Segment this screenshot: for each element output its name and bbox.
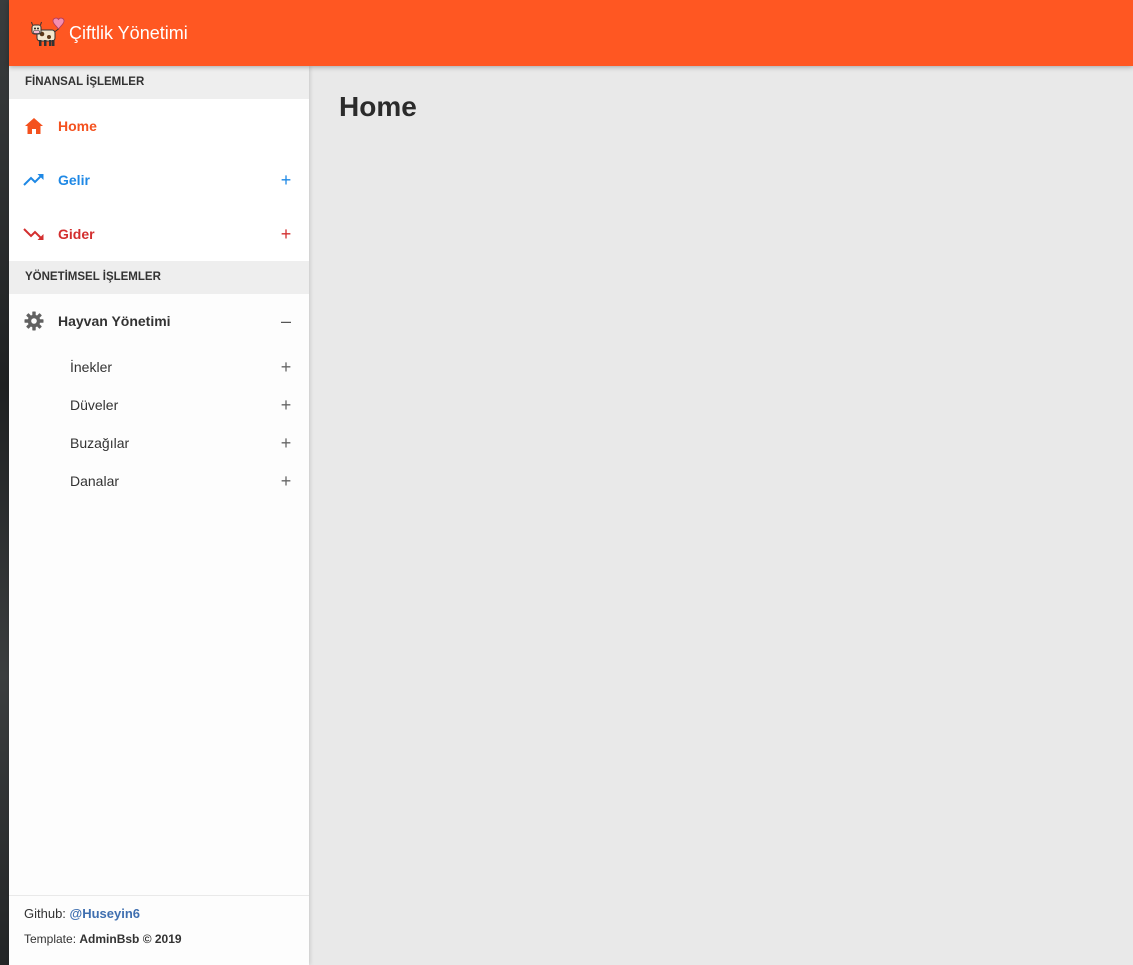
sidebar-item-label: Gelir	[58, 172, 90, 188]
app-title: Çiftlik Yönetimi	[69, 22, 188, 43]
github-prefix: Github:	[24, 906, 70, 921]
submenu-item-label: Danalar	[70, 473, 120, 489]
expand-toggle-plus[interactable]: +	[279, 357, 293, 378]
expand-toggle-plus[interactable]: +	[279, 170, 293, 191]
page-title: Home	[339, 91, 417, 122]
submenu-item-buzagilar[interactable]: Buzağılar +	[9, 424, 309, 462]
submenu-item-label: Buzağılar	[70, 435, 130, 451]
sidebar-item-label: Gider	[58, 226, 95, 242]
sidebar-item-hayvan-yonetimi[interactable]: Hayvan Yönetimi –	[9, 294, 309, 348]
template-credit: Template: AdminBsb © 2019	[24, 932, 309, 946]
sidebar-item-label: Home	[58, 118, 97, 134]
submenu-item-inekler[interactable]: İnekler +	[9, 348, 309, 386]
brand-link[interactable]: Çiftlik Yönetimi	[31, 17, 188, 49]
top-navbar: Çiftlik Yönetimi	[9, 0, 1133, 66]
gear-icon	[23, 310, 45, 332]
cow-logo-icon	[31, 17, 65, 49]
sidebar-item-label: Hayvan Yönetimi	[58, 313, 171, 329]
expand-toggle-plus[interactable]: +	[279, 224, 293, 245]
section-header-management: YÖNETİMSEL İŞLEMLER	[9, 261, 309, 294]
home-icon	[23, 115, 45, 137]
github-credit: Github: @Huseyin6	[24, 903, 309, 925]
trending-down-icon	[23, 223, 45, 245]
main-content: Home	[309, 66, 1133, 965]
submenu-item-duveler[interactable]: Düveler +	[9, 386, 309, 424]
background-edge	[0, 0, 9, 965]
section-header-financial: FİNANSAL İŞLEMLER	[9, 66, 309, 99]
submenu-item-danalar[interactable]: Danalar +	[9, 462, 309, 500]
submenu-item-label: İnekler	[70, 359, 113, 375]
template-name: AdminBsb © 2019	[79, 932, 182, 946]
submenu-item-label: Düveler	[70, 397, 119, 413]
trending-up-icon	[23, 169, 45, 191]
sidebar-item-home[interactable]: Home	[9, 99, 309, 153]
expand-toggle-plus[interactable]: +	[279, 395, 293, 416]
expand-toggle-plus[interactable]: +	[279, 433, 293, 454]
sidebar-item-gider[interactable]: Gider +	[9, 207, 309, 261]
left-sidebar: FİNANSAL İŞLEMLER Home Gelir + Gider + Y…	[9, 66, 309, 965]
sidebar-item-gelir[interactable]: Gelir +	[9, 153, 309, 207]
collapse-toggle-minus[interactable]: –	[279, 311, 293, 332]
template-prefix: Template:	[24, 932, 80, 946]
expand-toggle-plus[interactable]: +	[279, 471, 293, 492]
sidebar-footer: Github: @Huseyin6 Template: AdminBsb © 2…	[9, 895, 309, 965]
github-user-link[interactable]: @Huseyin6	[70, 906, 140, 921]
